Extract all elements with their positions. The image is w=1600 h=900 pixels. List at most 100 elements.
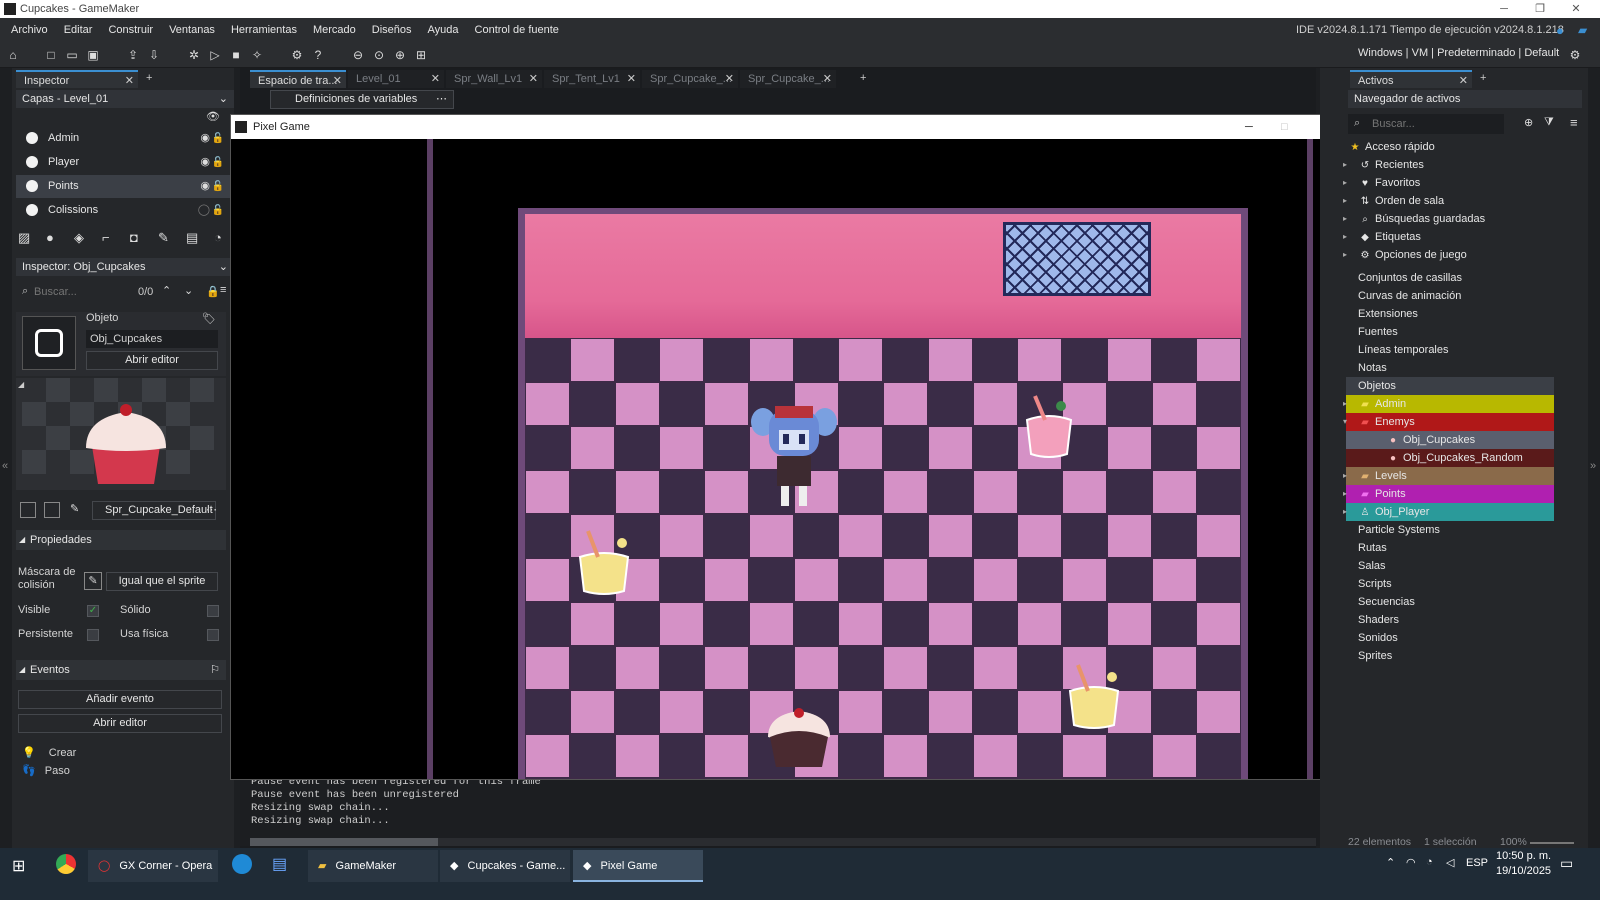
fit-icon[interactable]: ⊞ [412, 46, 430, 64]
layer-colissions[interactable]: Colissions ◯ 🔓 [16, 199, 230, 222]
mask-dropdown[interactable]: Igual que el sprite [106, 572, 218, 591]
tab-level01[interactable]: Level_01 ✕ [348, 70, 444, 88]
tree-orden-sala[interactable]: ⇅ Orden de sala [1346, 192, 1554, 210]
edge-icon[interactable] [232, 854, 252, 874]
persistent-checkbox[interactable] [87, 629, 99, 641]
lock-icon[interactable]: 🔓 [212, 127, 224, 150]
properties-header[interactable]: ◢ Propiedades [16, 530, 226, 550]
asset-search-input[interactable] [1348, 114, 1504, 134]
tree-quick-access[interactable]: ★ Acceso rápido [1346, 138, 1554, 156]
object-name-field[interactable]: Obj_Cupcakes [86, 330, 218, 348]
stop-icon[interactable]: ■ [227, 46, 245, 64]
lock-icon[interactable]: 🔒 [206, 285, 220, 298]
wifi-icon[interactable]: ◔ [1426, 856, 1433, 868]
tree-folder[interactable]: Salas [1346, 557, 1554, 575]
home-icon[interactable]: ⌂ [4, 46, 22, 64]
target-vm[interactable]: VM [1412, 47, 1429, 59]
layer-admin[interactable]: Admin ◉ 🔓 [16, 127, 230, 150]
menu-editar[interactable]: Editar [56, 24, 101, 36]
tree-recientes[interactable]: ↺ Recientes [1346, 156, 1554, 174]
tree-folder-objetos[interactable]: Objetos [1346, 377, 1554, 395]
tree-opciones-juego[interactable]: ⚙ Opciones de juego [1346, 246, 1554, 264]
tree-folder[interactable]: Líneas temporales [1346, 341, 1554, 359]
tag-icon[interactable]: 🏷 [202, 312, 216, 325]
folder-layer-icon[interactable]: ▤ [186, 230, 198, 246]
chrome-icon[interactable] [56, 854, 76, 874]
tree-folder[interactable]: Conjuntos de casillas [1346, 269, 1554, 287]
target-config[interactable]: Predeterminado [1437, 47, 1515, 59]
tab-spr-tent[interactable]: Spr_Tent_Lv1 ✕ [544, 70, 640, 88]
target-selector[interactable]: Windows | VM | Predeterminado | Default [1358, 47, 1559, 59]
chevron-down-icon[interactable]: ⌄ [184, 284, 193, 297]
object-inspector-dropdown[interactable]: Inspector: Obj_Cupcakes ⌄ [16, 258, 234, 276]
events-header[interactable]: ◢ Eventos ⚐ [16, 660, 226, 680]
chat-icon[interactable]: ▰ [1578, 23, 1587, 37]
tree-folder[interactable]: Extensiones [1346, 305, 1554, 323]
network-icon[interactable]: ◠ [1406, 856, 1416, 869]
lock-icon[interactable]: 🔓 [212, 199, 224, 222]
brush-icon[interactable]: ✎ [70, 502, 79, 515]
zoom-slider[interactable] [1530, 842, 1574, 844]
tree-folder[interactable]: Secuencias [1346, 593, 1554, 611]
zoom-reset-icon[interactable]: ⊙ [370, 46, 388, 64]
new-file-icon[interactable]: □ [42, 46, 60, 64]
task-view-icon[interactable]: ⊞ [12, 856, 25, 876]
menu-construir[interactable]: Construir [100, 24, 161, 36]
more-icon[interactable]: ⋯ [206, 503, 217, 516]
menu-herramientas[interactable]: Herramientas [223, 24, 305, 36]
menu-archivo[interactable]: Archivo [3, 24, 56, 36]
close-icon[interactable]: ✕ [725, 70, 734, 88]
sprite-select-icon[interactable] [20, 502, 36, 518]
expand-arrow-icon[interactable]: ▸ [1343, 489, 1347, 498]
output-scrollbar[interactable] [250, 838, 1316, 846]
flag-icon[interactable]: ⚐ [210, 660, 220, 680]
save-icon[interactable]: ▣ [84, 46, 102, 64]
visible-checkbox[interactable]: ✓ [87, 605, 99, 617]
taskbar-opera[interactable]: ◯ GX Corner - Opera [88, 850, 218, 882]
close-icon[interactable]: ✕ [627, 70, 636, 88]
collapse-arrow-icon[interactable]: ▾ [1343, 417, 1347, 426]
open-folder-icon[interactable]: ▭ [63, 46, 81, 64]
expand-arrow-icon[interactable]: ▸ [1343, 507, 1347, 516]
target-platform[interactable]: Windows [1358, 47, 1403, 59]
minimize-button[interactable]: ─ [1245, 115, 1253, 139]
account-icon[interactable]: ● [1556, 23, 1564, 38]
zoom-in-icon[interactable]: ⊕ [391, 46, 409, 64]
import-icon[interactable]: ⇩ [145, 46, 163, 64]
taskbar-gamemaker[interactable]: ▰ GameMaker [308, 850, 438, 882]
clean-icon[interactable]: ✧ [248, 46, 266, 64]
tree-folder-points[interactable]: ▰ Points [1346, 485, 1554, 503]
tab-workspace[interactable]: Espacio de tra... ✕ [250, 70, 346, 88]
run-icon[interactable]: ▷ [206, 46, 224, 64]
tree-obj-player[interactable]: ♙ Obj_Player [1346, 503, 1554, 521]
restore-button[interactable]: ❐ [1522, 0, 1558, 18]
tree-favoritos[interactable]: ♥ Favoritos [1346, 174, 1554, 192]
solid-checkbox[interactable] [207, 605, 219, 617]
tab-spr-cupcake-2[interactable]: Spr_Cupcake_... ✕ [740, 70, 836, 88]
tree-busquedas[interactable]: ⌕ Búsquedas guardadas [1346, 210, 1554, 228]
add-asset-icon[interactable]: ⊕ [1524, 116, 1533, 129]
eye-icon[interactable]: ◉ [200, 175, 210, 198]
tree-folder[interactable]: Scripts [1346, 575, 1554, 593]
menu-icon[interactable]: ≡ [1570, 115, 1578, 130]
lock-icon[interactable]: 🔓 [212, 151, 224, 174]
close-button[interactable]: ✕ [1558, 0, 1594, 18]
tree-folder[interactable]: Curvas de animación [1346, 287, 1554, 305]
add-tab-icon[interactable]: + [860, 72, 866, 84]
eye-icon[interactable]: ◉ [200, 151, 210, 174]
debug-icon[interactable]: ✲ [185, 46, 203, 64]
tree-obj-cupcakes-random[interactable]: ● Obj_Cupcakes_Random [1346, 449, 1554, 467]
settings-icon[interactable]: ⚙ [288, 46, 306, 64]
tree-folder-admin[interactable]: ▰ Admin [1346, 395, 1554, 413]
store-icon[interactable]: ▤ [272, 854, 287, 874]
layer-points[interactable]: Points ◉ 🔓 [16, 175, 230, 198]
notifications-icon[interactable]: ▭ [1560, 855, 1573, 872]
tree-folder[interactable]: Rutas [1346, 539, 1554, 557]
export-icon[interactable]: ⇪ [124, 46, 142, 64]
target-gear-icon[interactable]: ⚙ [1566, 46, 1584, 64]
tree-folder[interactable]: Shaders [1346, 611, 1554, 629]
open-event-editor-button[interactable]: Abrir editor [18, 714, 222, 733]
asset-layer-icon[interactable]: ◘ [130, 230, 138, 245]
tab-assets[interactable]: Activos ✕ [1350, 70, 1472, 88]
tree-folder-levels[interactable]: ▰ Levels [1346, 467, 1554, 485]
